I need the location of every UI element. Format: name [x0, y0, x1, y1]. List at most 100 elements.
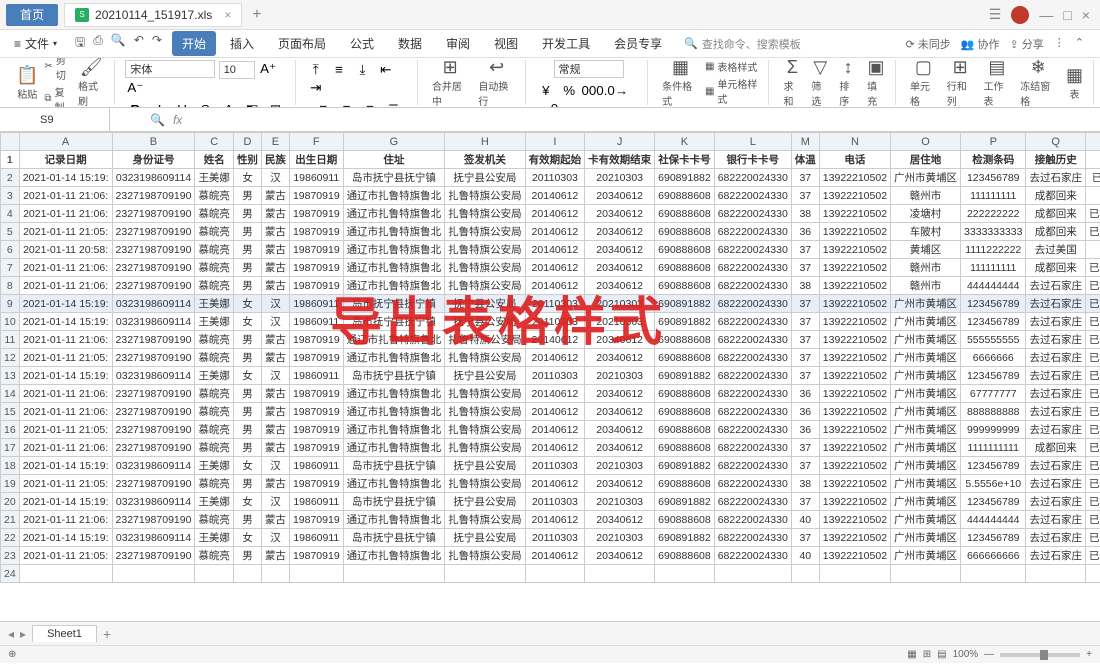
cell[interactable]: 汉: [261, 367, 289, 385]
cell[interactable]: 王美娜: [195, 529, 234, 547]
col-header-F[interactable]: F: [289, 133, 343, 151]
row-header[interactable]: 1: [1, 151, 20, 169]
cell[interactable]: 37: [791, 349, 819, 367]
cell[interactable]: 慕皖亮: [195, 187, 234, 205]
cell[interactable]: 成都回来: [1026, 223, 1086, 241]
cell[interactable]: 抚宁县公安局: [445, 295, 526, 313]
cell[interactable]: 2021-01-11 21:06:: [19, 259, 112, 277]
cell[interactable]: 37: [791, 313, 819, 331]
cell[interactable]: 19870919: [289, 277, 343, 295]
close-window-button[interactable]: ×: [1082, 7, 1090, 23]
cell[interactable]: 去过石家庄: [1026, 367, 1086, 385]
cell[interactable]: 20140612: [525, 259, 585, 277]
cell[interactable]: 682220024330: [714, 295, 791, 313]
cell[interactable]: 123456789: [961, 493, 1026, 511]
row-header[interactable]: 8: [1, 277, 20, 295]
cell[interactable]: 通辽市扎鲁特旗鲁北: [343, 511, 445, 529]
cell[interactable]: 1111111111: [961, 439, 1026, 457]
cell[interactable]: 20340612: [585, 421, 655, 439]
cell[interactable]: 13922210502: [819, 475, 890, 493]
cell[interactable]: 通辽市扎鲁特旗鲁北: [343, 349, 445, 367]
cell[interactable]: 2021-01-11 21:05:: [19, 223, 112, 241]
cell[interactable]: 去过石家庄: [1026, 331, 1086, 349]
cell[interactable]: 通辽市扎鲁特旗鲁北: [343, 475, 445, 493]
cell[interactable]: 去过石家庄: [1026, 295, 1086, 313]
search-area[interactable]: 🔍 查找命令、搜索模板: [684, 36, 801, 52]
header-cell[interactable]: 银行卡卡号: [714, 151, 791, 169]
wrap-button[interactable]: ↩自动换行: [474, 58, 518, 108]
cell[interactable]: 蒙古: [261, 331, 289, 349]
align-center-button[interactable]: ≡: [337, 100, 357, 109]
cell[interactable]: 2021-01-11 21:06:: [19, 205, 112, 223]
cell[interactable]: [525, 565, 585, 583]
col-header-J[interactable]: J: [585, 133, 655, 151]
paste-button[interactable]: 📋粘贴: [12, 65, 42, 101]
cell[interactable]: 扎鲁特旗公安局: [445, 331, 526, 349]
cell[interactable]: 已经隔离: [1085, 169, 1100, 187]
col-header-R[interactable]: R: [1085, 133, 1100, 151]
cell[interactable]: 20140612: [525, 331, 585, 349]
cell[interactable]: 682220024330: [714, 511, 791, 529]
table-style-button[interactable]: ▦ 表格样式: [705, 59, 763, 74]
row-header[interactable]: 22: [1, 529, 20, 547]
cell[interactable]: 37: [791, 439, 819, 457]
cell[interactable]: 37: [791, 241, 819, 259]
home-button[interactable]: 首页: [6, 4, 58, 26]
cell[interactable]: 67777777: [961, 385, 1026, 403]
table-button[interactable]: ▦表: [1062, 65, 1087, 101]
cell[interactable]: 13922210502: [819, 367, 890, 385]
cell[interactable]: 20110303: [525, 295, 585, 313]
cell[interactable]: 已隔离2区: [1085, 385, 1100, 403]
cell[interactable]: 0323198609114: [112, 529, 195, 547]
col-header-M[interactable]: M: [791, 133, 819, 151]
cell[interactable]: 慕皖亮: [195, 277, 234, 295]
cell[interactable]: [112, 565, 195, 583]
cell[interactable]: 690888608: [655, 259, 715, 277]
cell[interactable]: 蒙古: [261, 475, 289, 493]
cell[interactable]: 682220024330: [714, 367, 791, 385]
cell[interactable]: 123456789: [961, 295, 1026, 313]
cell[interactable]: 20110303: [525, 169, 585, 187]
cell[interactable]: 去过石家庄: [1026, 349, 1086, 367]
cell[interactable]: 19870919: [289, 349, 343, 367]
cell[interactable]: 分流1: [1085, 241, 1100, 259]
header-cell[interactable]: 检测条码: [961, 151, 1026, 169]
row-header[interactable]: 19: [1, 475, 20, 493]
cell[interactable]: 19860911: [289, 529, 343, 547]
cell[interactable]: 19870919: [289, 331, 343, 349]
justify-button[interactable]: ≣: [383, 100, 403, 108]
cell[interactable]: 赣州市: [891, 259, 961, 277]
cell[interactable]: 37: [791, 187, 819, 205]
cell[interactable]: 已隔离4区: [1085, 529, 1100, 547]
cell[interactable]: 岛市抚宁县抚宁镇: [343, 295, 445, 313]
col-header-I[interactable]: I: [525, 133, 585, 151]
cell[interactable]: 广州市黄埔区: [891, 529, 961, 547]
cell[interactable]: 女: [233, 295, 261, 313]
header-cell[interactable]: 社保卡卡号: [655, 151, 715, 169]
cell[interactable]: 20340612: [585, 331, 655, 349]
cell[interactable]: 19870919: [289, 223, 343, 241]
cell[interactable]: 444444444: [961, 277, 1026, 295]
cell[interactable]: 男: [233, 187, 261, 205]
cut-button[interactable]: ✂ 剪切: [44, 58, 72, 82]
cell[interactable]: 蒙古: [261, 241, 289, 259]
cell[interactable]: 汉: [261, 493, 289, 511]
cell[interactable]: 扎鲁特旗公安局: [445, 205, 526, 223]
cell[interactable]: 2327198709190: [112, 547, 195, 565]
indent-inc-button[interactable]: ⇥: [306, 79, 326, 97]
cell[interactable]: 去过石家庄: [1026, 457, 1086, 475]
cell[interactable]: 2021-01-14 15:19:: [19, 169, 112, 187]
cell[interactable]: 19870919: [289, 439, 343, 457]
cell[interactable]: 通辽市扎鲁特旗鲁北: [343, 187, 445, 205]
cell[interactable]: 已隔离7区: [1085, 295, 1100, 313]
decrease-font-button[interactable]: A⁻: [125, 79, 145, 97]
header-cell[interactable]: 有效期起始: [525, 151, 585, 169]
cell[interactable]: 13922210502: [819, 187, 890, 205]
cell[interactable]: 慕皖亮: [195, 331, 234, 349]
cell[interactable]: 2021-01-11 21:05:: [19, 421, 112, 439]
cell[interactable]: 13922210502: [819, 259, 890, 277]
cell[interactable]: 扎鲁特旗公安局: [445, 223, 526, 241]
cell[interactable]: 20210303: [585, 295, 655, 313]
row-header[interactable]: 14: [1, 385, 20, 403]
cell[interactable]: 扎鲁特旗公安局: [445, 259, 526, 277]
